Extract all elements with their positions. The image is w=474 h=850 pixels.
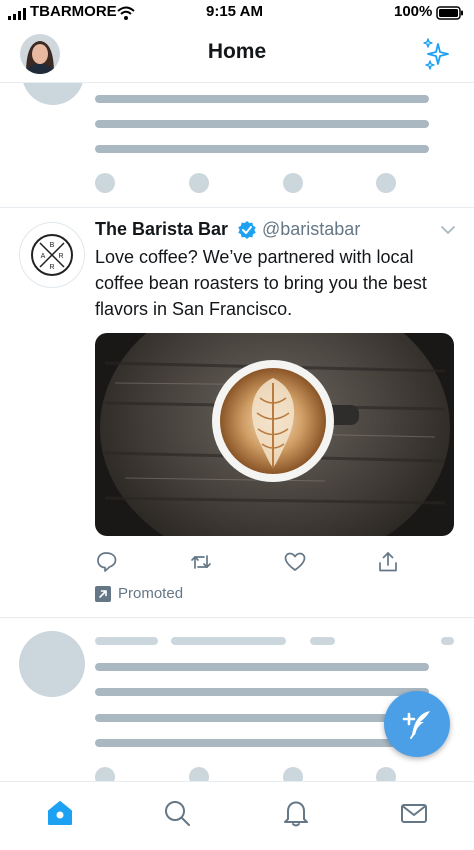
tweet-media-image[interactable] — [95, 333, 454, 536]
compose-tweet-button[interactable] — [384, 691, 450, 757]
logo-letter: B — [50, 242, 55, 249]
placeholder-avatar — [19, 631, 85, 697]
placeholder-line — [95, 688, 429, 696]
signal-icon — [8, 8, 26, 20]
placeholder-avatar — [22, 83, 84, 105]
promoted-text: Promoted — [118, 585, 184, 602]
logo-letter: R — [58, 253, 63, 260]
wifi-icon — [117, 6, 135, 20]
placeholder-action — [283, 173, 303, 193]
placeholder-action — [95, 767, 115, 781]
compose-tweet-icon — [402, 711, 430, 739]
logo-letter: A — [41, 253, 46, 260]
tweet-author-avatar[interactable]: B A R R — [19, 222, 85, 288]
home-icon[interactable] — [45, 798, 75, 828]
placeholder-line — [95, 663, 429, 671]
chevron-down-icon[interactable] — [440, 222, 456, 238]
messages-icon[interactable] — [399, 798, 429, 828]
like-icon[interactable] — [283, 550, 307, 574]
status-time: 9:15 AM — [206, 3, 263, 20]
placeholder-line — [95, 637, 158, 645]
placeholder-line — [310, 637, 335, 645]
sparkle-icon[interactable] — [420, 36, 456, 72]
placeholder-tweet-top — [0, 83, 474, 207]
placeholder-action — [95, 173, 115, 193]
status-bar: TBARMORE 9:15 AM 100% — [0, 0, 474, 26]
tweet-author-name[interactable]: The Barista Bar — [95, 219, 228, 240]
notifications-icon[interactable] — [281, 798, 311, 828]
placeholder-line — [95, 714, 429, 722]
tweet-text: Love coffee? We’ve partnered with local … — [95, 247, 427, 319]
search-icon[interactable] — [162, 798, 192, 828]
battery-percent: 100% — [394, 3, 433, 20]
tweet-author-handle[interactable]: @baristabar — [262, 219, 360, 240]
placeholder-action — [376, 173, 396, 193]
bottom-tab-bar — [0, 781, 474, 850]
retweet-icon[interactable] — [189, 550, 213, 574]
logo-letter: R — [49, 264, 54, 271]
placeholder-line — [95, 739, 429, 747]
placeholder-line — [95, 120, 429, 128]
placeholder-action — [283, 767, 303, 781]
carrier-label: TBARMORE — [30, 3, 117, 20]
placeholder-action — [376, 767, 396, 781]
battery-icon — [436, 6, 463, 20]
verified-badge-icon — [238, 221, 256, 239]
placeholder-action — [189, 173, 209, 193]
placeholder-line — [95, 145, 429, 153]
share-icon[interactable] — [376, 550, 400, 574]
placeholder-line — [171, 637, 286, 645]
divider — [0, 207, 474, 208]
promoted-icon — [95, 586, 111, 602]
placeholder-action — [189, 767, 209, 781]
reply-icon[interactable] — [95, 550, 119, 574]
page-title: Home — [207, 40, 267, 63]
placeholder-line — [95, 95, 429, 103]
top-header: Home — [0, 26, 474, 83]
placeholder-line — [441, 637, 454, 645]
